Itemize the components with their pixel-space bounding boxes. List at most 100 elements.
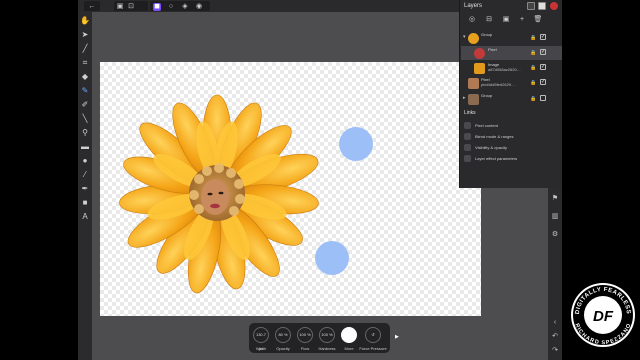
expand-icon[interactable]: ▸ [463, 95, 466, 101]
layer-subname: a87d058ac2620… [488, 67, 521, 72]
force-pressure-button[interactable]: ↺ [365, 327, 381, 343]
context-toolbar: 130.7 px Width 80 % Opacity 100 % Flow 1… [249, 323, 390, 353]
persona-switcher: ◼ ○ ◈ ◉ [150, 1, 210, 11]
delete-layer-icon[interactable]: 🗑 [532, 15, 544, 24]
clone-icon[interactable]: ⚲ [80, 128, 90, 138]
layer-row-pixel[interactable]: Pixel pbd4dd5fed2629… 🔒 ✓ [461, 76, 562, 90]
layer-row-group-2[interactable]: ▸ Group 🔒 [461, 92, 562, 106]
force-pressure-label: Force Pressure [359, 346, 387, 351]
document-icon[interactable]: ▣ [116, 3, 124, 11]
expand-toolbar-icon[interactable]: ▶ [395, 334, 399, 340]
flow-control[interactable]: 100 % [297, 327, 313, 343]
opacity-icon[interactable]: ◎ [466, 15, 478, 24]
crop-icon[interactable]: ⌗ [80, 58, 90, 68]
links-title: Links [464, 110, 476, 116]
history-studio-icon[interactable]: ⚑ [550, 194, 560, 204]
watermark-logo: DIGITALLY FEARLESS RICHARD SPEZZANO DF [570, 282, 636, 348]
retouch-icon[interactable]: ⁄ [80, 170, 90, 180]
link-visibility[interactable]: Visibility & opacity [464, 143, 559, 152]
visibility-checkbox[interactable]: ✓ [540, 79, 546, 85]
lock-icon[interactable]: 🔒 [530, 80, 536, 86]
visibility-checkbox[interactable]: ✓ [540, 64, 546, 70]
link-label: Pixel content [475, 123, 498, 128]
fill-icon[interactable]: ◆ [80, 72, 90, 82]
move-icon[interactable]: ➤ [80, 30, 90, 40]
export-persona-icon[interactable]: ◉ [195, 3, 203, 11]
hardness-control[interactable]: 100 % [319, 327, 335, 343]
smudge-icon[interactable]: ╲ [80, 114, 90, 124]
visibility-checkbox[interactable]: ✓ [540, 49, 546, 55]
flower [119, 94, 319, 294]
add-group-icon[interactable]: ⊟ [483, 15, 495, 24]
link-checkbox[interactable] [464, 133, 471, 140]
link-blend-mode[interactable]: Blend mode & ranges [464, 132, 559, 141]
width-label: Width [255, 346, 267, 351]
layer-row-group[interactable]: ▾ Group 🔒 ✓ [461, 31, 562, 45]
link-label: Layer effect parameters [475, 156, 518, 161]
canvas-artwork [119, 94, 373, 294]
layer-row-image[interactable]: Image a87d058ac2620… 🔒 ✓ [461, 61, 562, 75]
tools-panel: ✋ ➤ ╱ ⌗ ◆ ✎ ✐ ╲ ⚲ ▬ ● ⁄ ✒ ■ A [78, 12, 92, 360]
link-layer-effects[interactable]: Layer effect parameters [464, 154, 559, 163]
collapse-left-icon[interactable]: ‹ [550, 318, 560, 328]
width-control[interactable]: 130.7 px [253, 327, 269, 351]
paint-brush-icon[interactable]: ✐ [80, 100, 90, 110]
svg-text:DF: DF [593, 308, 614, 325]
arrow-left-icon: ← [88, 3, 96, 10]
erase-icon[interactable]: ▬ [80, 142, 90, 152]
pen-icon[interactable] [538, 2, 546, 10]
layer-name: Group [481, 93, 493, 98]
opacity-label: Opacity [276, 346, 290, 351]
macro-studio-icon[interactable]: ▥ [550, 212, 560, 222]
circle-persona-icon[interactable]: ○ [167, 3, 175, 11]
color-wheel-icon[interactable] [550, 2, 558, 10]
layers-panel: Layers ◎ ⊟ ▣ + 🗑 ▾ Group 🔒 ✓ Pixel 🔒 ✓ I… [459, 0, 562, 188]
hand-icon[interactable]: ✋ [80, 16, 90, 26]
expand-icon[interactable]: ▾ [463, 34, 466, 40]
lock-icon[interactable]: 🔒 [530, 35, 536, 41]
layer-thumbnail [468, 78, 479, 89]
layers-title: Layers [464, 3, 483, 9]
link-label: Blend mode & ranges [475, 134, 514, 139]
lock-icon[interactable]: 🔒 [530, 50, 536, 56]
cube-persona-icon[interactable]: ◈ [181, 3, 189, 11]
layer-thumbnail [474, 48, 485, 59]
layer-row-pixel-selected[interactable]: Pixel 🔒 ✓ [461, 46, 562, 60]
opacity-control[interactable]: 80 % [275, 327, 291, 343]
add-layer-icon[interactable]: + [516, 15, 528, 24]
lock-icon[interactable]: 🔒 [530, 96, 536, 102]
text-icon[interactable]: A [80, 212, 90, 222]
dodge-icon[interactable]: ● [80, 156, 90, 166]
eyedropper-icon[interactable]: ✒ [80, 184, 90, 194]
layer-name: Group [481, 32, 493, 37]
visibility-checkbox[interactable]: ✓ [540, 34, 546, 40]
redo-icon[interactable]: ↷ [550, 346, 560, 356]
history-icon[interactable]: ⊡ [127, 3, 135, 11]
layer-name: Pixel [488, 47, 497, 52]
undo-icon[interactable]: ↶ [550, 332, 560, 342]
brush-dot-1 [339, 127, 373, 161]
more-button[interactable] [341, 327, 357, 343]
layer-thumbnail [468, 33, 479, 44]
lock-icon[interactable]: 🔒 [530, 65, 536, 71]
brush-dot-2 [315, 241, 349, 275]
selection-brush-icon[interactable]: ✎ [80, 86, 90, 96]
pixel-persona-icon[interactable]: ◼ [153, 3, 161, 11]
link-checkbox[interactable] [464, 122, 471, 129]
layer-thumbnail [468, 94, 479, 105]
hardness-label: Hardness [318, 346, 336, 351]
mask-icon[interactable]: ▣ [500, 15, 512, 24]
back-button[interactable]: ← [84, 1, 100, 11]
brush-icon[interactable]: ╱ [80, 44, 90, 54]
color-swatch-icon[interactable]: ■ [80, 198, 90, 208]
layer-subname: pbd4dd5fed2629… [481, 82, 516, 87]
link-pixel-content[interactable]: Pixel content [464, 121, 559, 130]
visibility-checkbox[interactable] [540, 95, 546, 101]
flow-label: Flow [300, 346, 310, 351]
document-canvas[interactable] [100, 62, 481, 316]
snapshot-studio-icon[interactable]: ⚙ [550, 230, 560, 240]
link-checkbox[interactable] [464, 155, 471, 162]
link-label: Visibility & opacity [475, 145, 507, 150]
link-checkbox[interactable] [464, 144, 471, 151]
grid-icon[interactable] [527, 2, 535, 10]
